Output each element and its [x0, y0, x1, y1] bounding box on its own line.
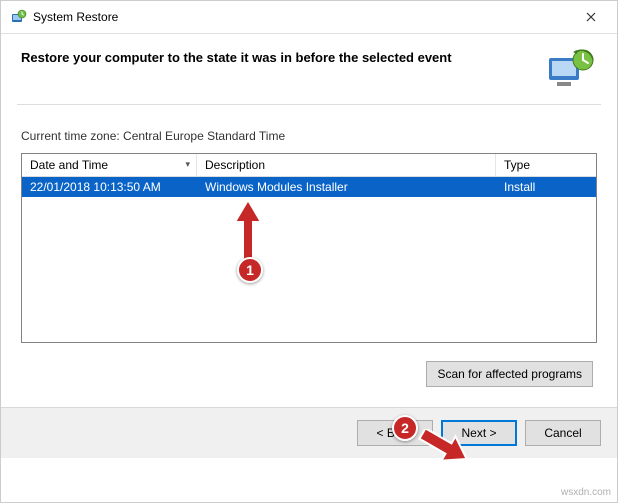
cell-type: Install: [496, 177, 596, 197]
column-header-description[interactable]: Description: [197, 154, 496, 176]
page-heading: Restore your computer to the state it wa…: [21, 48, 535, 65]
table-header: Date and Time ▾ Description Type: [22, 154, 596, 177]
sort-chevron-icon: ▾: [185, 159, 190, 170]
column-header-type[interactable]: Type: [496, 154, 596, 176]
restore-illustration-icon: [545, 48, 597, 90]
cell-datetime: 22/01/2018 10:13:50 AM: [22, 177, 197, 197]
heading-row: Restore your computer to the state it wa…: [21, 48, 597, 90]
divider: [17, 104, 601, 105]
watermark: wsxdn.com: [561, 487, 611, 498]
timezone-label: Current time zone: Central Europe Standa…: [21, 129, 597, 143]
back-button[interactable]: < Back: [357, 420, 433, 446]
restore-icon: [11, 9, 27, 25]
titlebar: System Restore: [1, 1, 617, 34]
column-header-description-label: Description: [205, 158, 265, 172]
column-header-type-label: Type: [504, 158, 530, 172]
cancel-button[interactable]: Cancel: [525, 420, 601, 446]
cell-description: Windows Modules Installer: [197, 177, 496, 197]
table-row[interactable]: 22/01/2018 10:13:50 AM Windows Modules I…: [22, 177, 596, 197]
footer: < Back Next > Cancel: [1, 408, 617, 458]
next-button[interactable]: Next >: [441, 420, 517, 446]
scan-affected-button[interactable]: Scan for affected programs: [426, 361, 593, 387]
window-title: System Restore: [33, 10, 575, 24]
scan-row: Scan for affected programs: [21, 361, 597, 387]
column-header-datetime[interactable]: Date and Time ▾: [22, 154, 197, 176]
close-icon[interactable]: [575, 7, 607, 27]
column-header-datetime-label: Date and Time: [30, 158, 108, 172]
content-area: Restore your computer to the state it wa…: [1, 34, 617, 387]
restore-points-table: Date and Time ▾ Description Type 22/01/2…: [21, 153, 597, 343]
